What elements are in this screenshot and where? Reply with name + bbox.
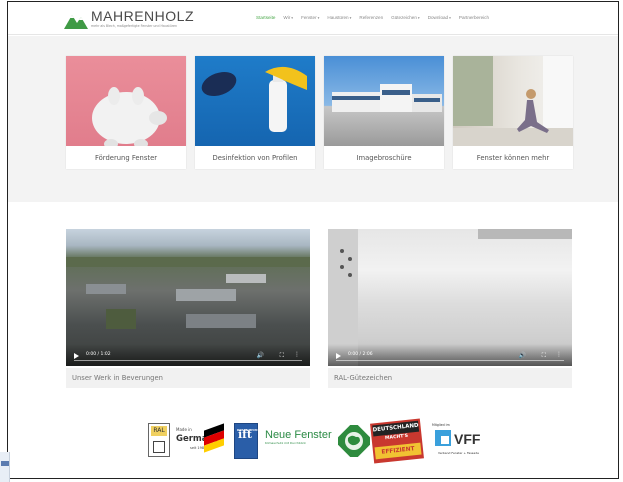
nav-item-guetezeichen[interactable]: Gütezeichen▾: [391, 15, 420, 20]
nav-item-fenster[interactable]: Fenster▾: [301, 15, 319, 20]
video-player-ral[interactable]: 0:00 / 2:06 🔊 ⛶ ⋮: [328, 229, 572, 366]
volume-icon[interactable]: 🔊: [257, 352, 264, 359]
mountain-logo-icon: [64, 15, 88, 29]
chevron-down-icon: ▾: [291, 16, 294, 20]
nav-item-partnerbereich[interactable]: Partnerbereich: [459, 15, 489, 20]
tile-caption: Imagebroschüre: [356, 153, 412, 162]
nav-item-referenzen[interactable]: Referenzen: [359, 15, 383, 20]
vff-subtitle: Verband Fenster + Fassade: [438, 451, 479, 455]
video-time: 0:00 / 2:06: [348, 352, 373, 357]
german-flag-icon: [204, 423, 224, 453]
video-controls: 0:00 / 2:06 🔊 ⛶ ⋮: [328, 344, 572, 366]
play-icon[interactable]: [336, 353, 341, 359]
vff-mark-inner: [440, 435, 450, 445]
ift-rosenheim-logo[interactable]: ift ROSENHEIM: [234, 423, 258, 459]
video-caption: Unser Werk in Beverungen: [66, 368, 310, 388]
video-progress-bar[interactable]: [336, 360, 564, 361]
video-time: 0:00 / 1:02: [86, 352, 111, 357]
site-header: MAHRENHOLZ mehr als Blech, maßgefertigte…: [8, 2, 618, 35]
fullscreen-icon[interactable]: ⛶: [280, 352, 284, 360]
nav-item-startseite[interactable]: Startseite: [256, 15, 275, 20]
effizient-text: EFFIZIENT: [374, 442, 422, 460]
video-controls: 0:00 / 1:02 🔊 ⛶ ⋮: [66, 344, 310, 366]
neue-fenster-logo[interactable]: Neue Fenster Klimaschutz mit Durchblick: [265, 429, 335, 455]
company-building-image: [324, 56, 444, 146]
ral-mark-icon: [153, 441, 165, 453]
more-options-icon[interactable]: ⋮: [556, 351, 562, 358]
tile-caption: Fenster können mehr: [476, 153, 550, 162]
tile-foerderung-fenster[interactable]: Förderung Fenster: [66, 56, 186, 169]
tile-fenster-koennen-mehr[interactable]: Fenster können mehr: [453, 56, 573, 169]
browser-viewport: MAHRENHOLZ mehr als Blech, maßgefertigte…: [7, 1, 619, 479]
woman-yoga-window-image: [453, 56, 573, 146]
made-in-text: Made in: [176, 427, 192, 432]
vff-text: VFF: [454, 431, 481, 447]
brand-name: MAHRENHOLZ: [91, 8, 195, 24]
tile-caption: Förderung Fenster: [94, 153, 158, 162]
site-logo[interactable]: MAHRENHOLZ mehr als Blech, maßgefertigte…: [64, 9, 194, 29]
video-progress-bar[interactable]: [74, 360, 302, 361]
chevron-down-icon: ▾: [417, 16, 420, 20]
chevron-down-icon: ▾: [449, 16, 451, 20]
tile-imagebroschuere[interactable]: Imagebroschüre: [324, 56, 444, 169]
nav-item-wir[interactable]: Wir▾: [283, 15, 293, 20]
brand-tagline: mehr als Blech, maßgefertigte Fenster un…: [91, 24, 178, 28]
video-caption: RAL-Gütezeichen: [328, 368, 572, 388]
vff-logo[interactable]: Mitglied im VFF Verband Fenster + Fassad…: [432, 423, 496, 461]
member-text: Mitglied im: [432, 423, 450, 427]
neue-fenster-text: Neue Fenster: [265, 429, 332, 441]
chevron-down-icon: ▾: [317, 16, 320, 20]
cleaning-spray-image: [195, 56, 315, 146]
more-options-icon[interactable]: ⋮: [294, 351, 300, 358]
ift-subtitle: ROSENHEIM: [237, 428, 258, 432]
deutschland-machts-effizient-logo[interactable]: DEUTSCHLAND MACHT'S EFFIZIENT: [370, 418, 424, 464]
feature-tiles-section: Förderung Fenster Desinfektion von Profi…: [8, 36, 618, 202]
globe-logo-icon[interactable]: [334, 421, 374, 461]
piggy-bank-image: [66, 56, 186, 146]
nav-item-haustueren[interactable]: Haustüren▾: [327, 15, 351, 20]
certification-logos: RAL Made in Germany seit 1986 ift ROSENH…: [8, 418, 618, 465]
play-icon[interactable]: [74, 353, 79, 359]
tile-desinfektion-von-profilen[interactable]: Desinfektion von Profilen: [195, 56, 315, 169]
taskbar-corner: [0, 452, 10, 482]
ral-logo[interactable]: RAL: [148, 423, 170, 457]
main-navigation: Startseite Wir▾ Fenster▾ Haustüren▾ Refe…: [256, 15, 489, 20]
tile-caption: Desinfektion von Profilen: [212, 153, 298, 162]
fullscreen-icon[interactable]: ⛶: [542, 352, 546, 360]
nav-item-download[interactable]: Download▾: [428, 15, 451, 20]
volume-icon[interactable]: 🔊: [519, 352, 526, 359]
chevron-down-icon: ▾: [349, 16, 352, 20]
ral-label: RAL: [151, 426, 167, 436]
neue-fenster-subtitle: Klimaschutz mit Durchblick: [265, 441, 306, 445]
video-player-werk[interactable]: 0:00 / 1:02 🔊 ⛶ ⋮: [66, 229, 310, 366]
made-in-germany-logo[interactable]: Made in Germany seit 1986: [176, 423, 228, 459]
taskbar-app-icon[interactable]: [1, 461, 9, 466]
